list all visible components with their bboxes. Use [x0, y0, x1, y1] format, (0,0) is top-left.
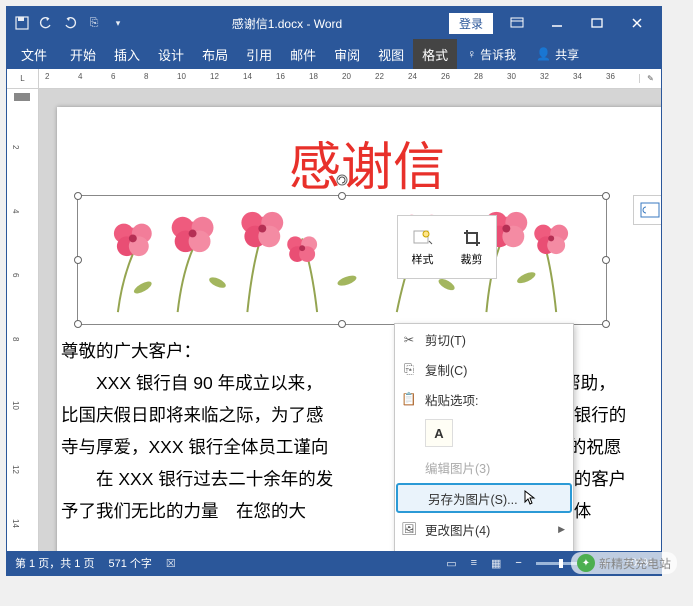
cut-icon: ✂ [401, 332, 417, 347]
ctx-change-picture[interactable]: 🖼更改图片(4)▶ [395, 514, 573, 544]
ctx-group: ▣组合(G)▶ [395, 544, 573, 551]
maximize-icon[interactable] [577, 9, 617, 37]
login-button[interactable]: 登录 [449, 13, 493, 34]
qat-insert-icon[interactable]: ⎘ [83, 12, 105, 34]
share-button[interactable]: 👤共享 [526, 39, 589, 69]
mini-toolbar: 样式 裁剪 [397, 215, 497, 279]
ctx-edit-picture: 编辑图片(3) [395, 452, 573, 482]
titlebar: ⎘ ▾ 感谢信1.docx - Word 登录 [7, 7, 661, 39]
resize-handle-bm[interactable] [338, 320, 346, 328]
resize-handle-ml[interactable] [74, 256, 82, 264]
zoom-out-icon[interactable]: − [515, 557, 521, 569]
flower-image-content [88, 204, 596, 316]
tab-mailings[interactable]: 邮件 [281, 39, 325, 69]
selected-image[interactable] [77, 195, 607, 325]
ctx-cut[interactable]: ✂剪切(T) [395, 324, 573, 354]
lightbulb-icon: ♀ [467, 47, 476, 61]
cursor-icon [524, 490, 538, 506]
ruler-v-margin-top [14, 93, 30, 101]
ruler-horizontal[interactable]: L 2 4 6 8 10 12 14 16 18 20 22 24 26 28 … [7, 69, 661, 89]
style-button[interactable]: 样式 [398, 216, 447, 278]
status-word-count[interactable]: 571 个字 [108, 555, 151, 571]
share-icon: 👤 [536, 47, 551, 61]
view-read-icon[interactable]: ▭ [446, 557, 456, 570]
clipboard-a-icon: A [434, 426, 443, 441]
page: 感谢信 [57, 107, 661, 551]
context-menu: ✂剪切(T) ⎘复制(C) 📋粘贴选项: A 编辑图片(3) 另存为图片(S).… [394, 323, 574, 551]
crop-icon [462, 228, 482, 248]
status-spellcheck-icon[interactable]: ☒ [166, 557, 176, 570]
resize-handle-br[interactable] [602, 320, 610, 328]
save-icon[interactable] [11, 12, 33, 34]
tab-insert[interactable]: 插入 [105, 39, 149, 69]
layout-options-icon [640, 202, 660, 218]
paste-option-keep-text[interactable]: A [425, 419, 453, 447]
style-icon [412, 228, 434, 248]
change-picture-icon: 🖼 [401, 522, 417, 537]
tab-view[interactable]: 视图 [369, 39, 413, 69]
rotate-handle[interactable] [336, 174, 348, 186]
submenu-arrow-icon: ▶ [558, 524, 565, 535]
statusbar: 第 1 页，共 1 页 571 个字 ☒ ▭ ≡ ▦ − ＋ 100% [7, 551, 661, 575]
ruler-edit-icon[interactable]: ✎ [639, 74, 661, 83]
undo-icon[interactable] [35, 12, 57, 34]
watermark: ✦ 新精英充电站 [571, 552, 677, 574]
ctx-paste-label: 📋粘贴选项: [395, 384, 573, 414]
ctx-paste-options: A [395, 414, 573, 452]
ribbon-display-icon[interactable] [497, 9, 537, 37]
document-title: 感谢信 [57, 125, 661, 200]
close-icon[interactable] [617, 9, 657, 37]
redo-icon[interactable] [59, 12, 81, 34]
view-print-icon[interactable]: ≡ [471, 557, 477, 569]
qat-more-icon[interactable]: ▾ [107, 12, 129, 34]
resize-handle-tr[interactable] [602, 192, 610, 200]
tab-format[interactable]: 格式 [413, 39, 457, 69]
status-page[interactable]: 第 1 页，共 1 页 [15, 555, 94, 571]
ctx-save-as-picture[interactable]: 另存为图片(S)... [396, 483, 572, 513]
resize-handle-mr[interactable] [602, 256, 610, 264]
tab-design[interactable]: 设计 [149, 39, 193, 69]
ruler-corner[interactable]: L [7, 69, 39, 88]
resize-handle-tl[interactable] [74, 192, 82, 200]
layout-options-button[interactable] [633, 195, 661, 225]
paste-icon: 📋 [401, 392, 417, 407]
window-title: 感谢信1.docx - Word [129, 15, 445, 32]
tab-references[interactable]: 引用 [237, 39, 281, 69]
ctx-copy[interactable]: ⎘复制(C) [395, 354, 573, 384]
resize-handle-tm[interactable] [338, 192, 346, 200]
tab-file[interactable]: 文件 [7, 39, 61, 69]
ruler-vertical[interactable]: 2 4 6 8 10 12 14 [7, 89, 39, 551]
copy-icon: ⎘ [401, 362, 417, 377]
minimize-icon[interactable] [537, 9, 577, 37]
tab-layout[interactable]: 布局 [193, 39, 237, 69]
resize-handle-bl[interactable] [74, 320, 82, 328]
document-viewport[interactable]: 感谢信 [39, 89, 661, 551]
crop-button[interactable]: 裁剪 [447, 216, 496, 278]
tellme-button[interactable]: ♀告诉我 [457, 39, 526, 69]
view-web-icon[interactable]: ▦ [491, 557, 501, 570]
tab-home[interactable]: 开始 [61, 39, 105, 69]
wechat-icon: ✦ [577, 554, 595, 572]
tab-review[interactable]: 审阅 [325, 39, 369, 69]
ribbon-tabs: 文件 开始 插入 设计 布局 引用 邮件 审阅 视图 格式 ♀告诉我 👤共享 [7, 39, 661, 69]
